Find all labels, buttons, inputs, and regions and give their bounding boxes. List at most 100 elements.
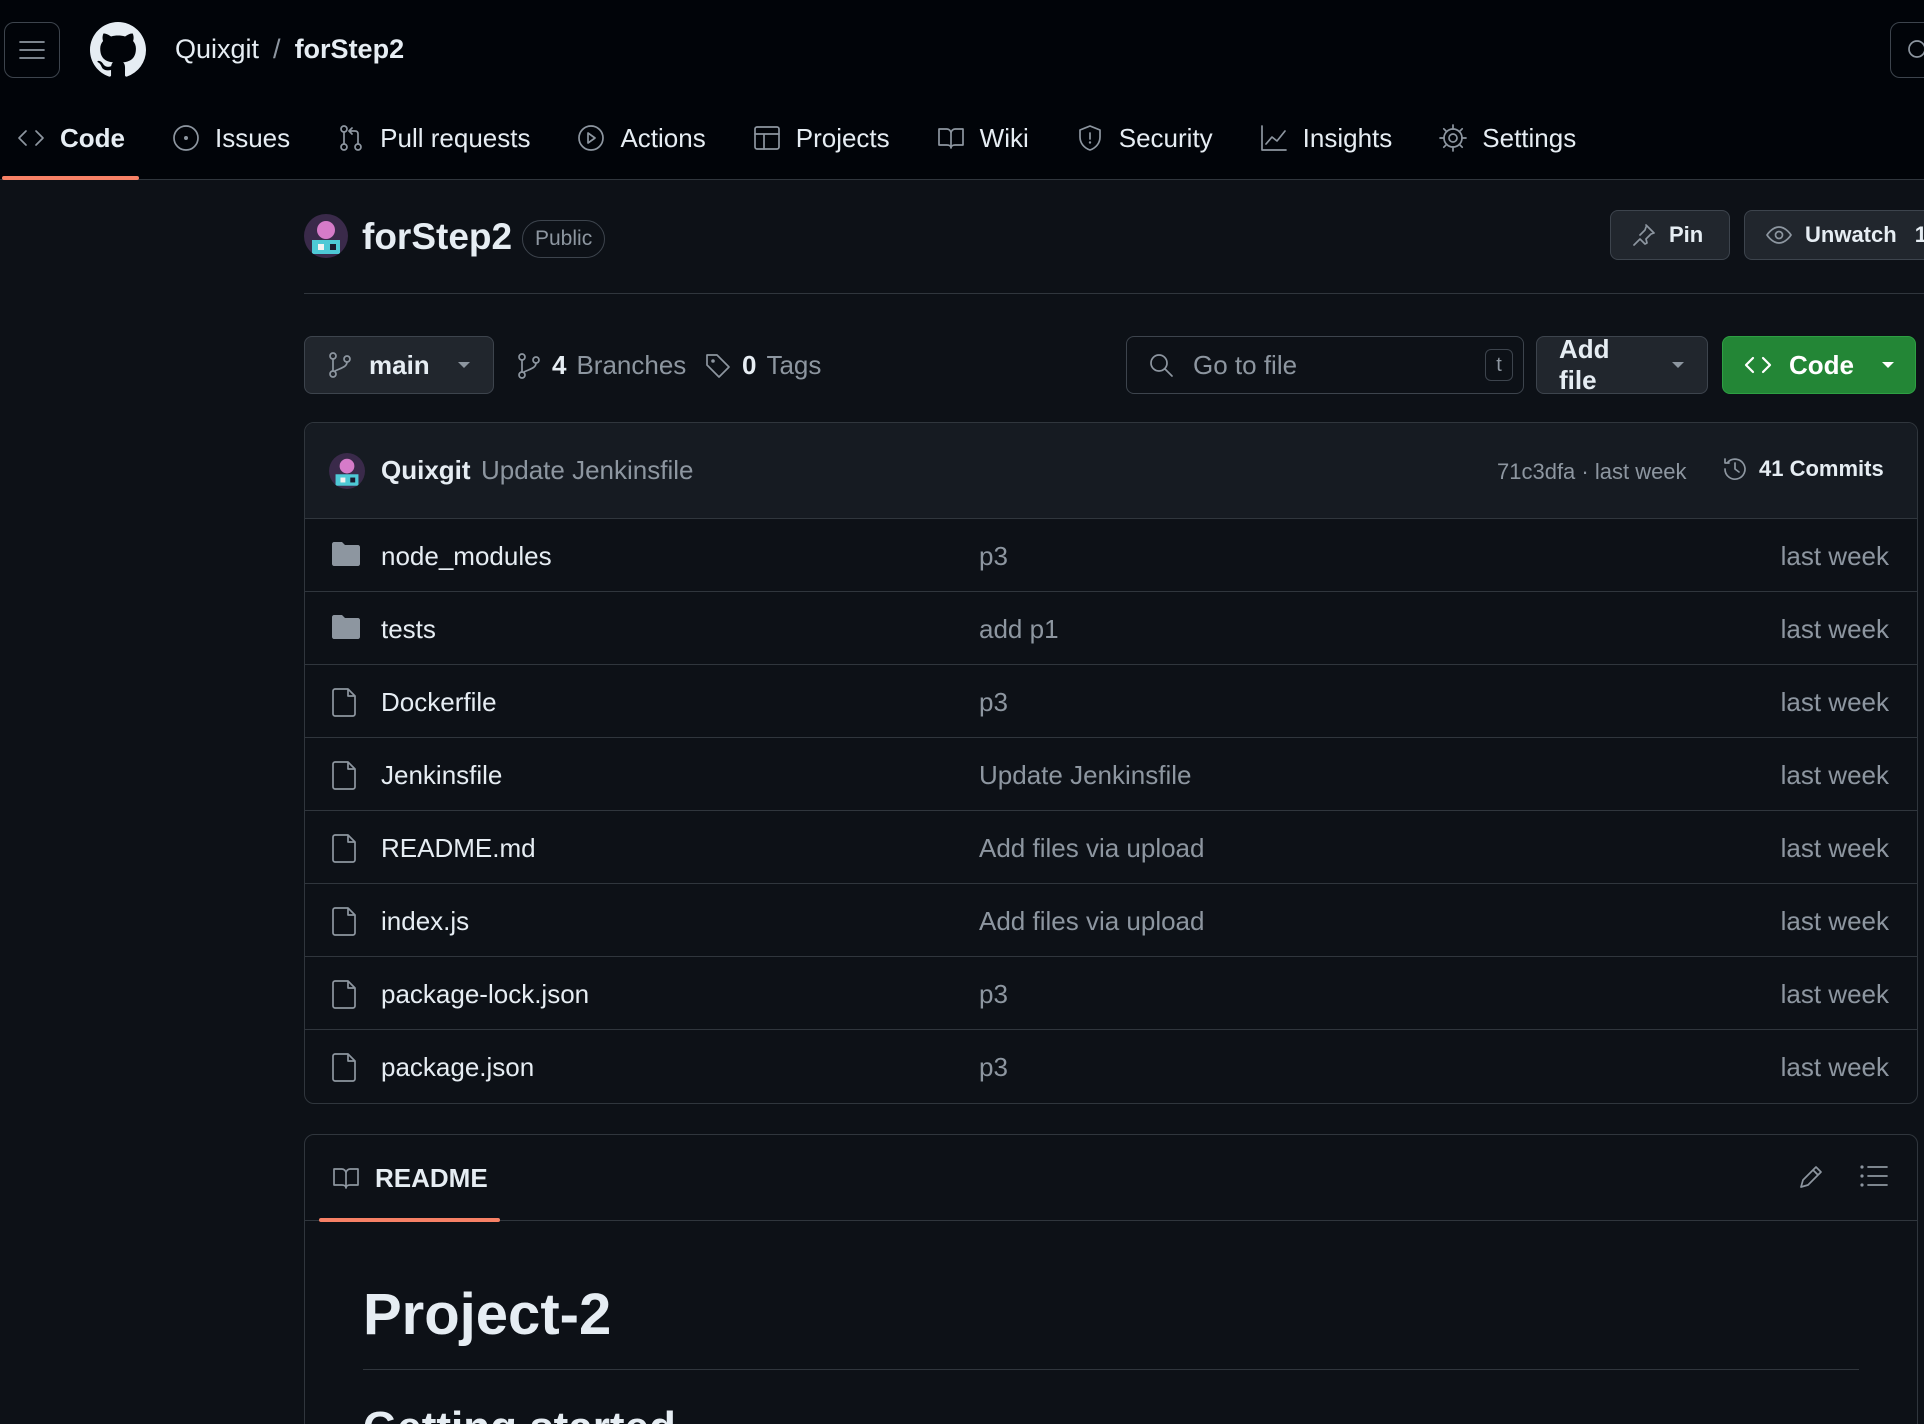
add-file-label: Add file: [1559, 334, 1610, 395]
file-row[interactable]: package.json p3 last week: [305, 1030, 1917, 1103]
shield-icon: [1075, 123, 1105, 153]
file-name[interactable]: tests: [381, 614, 436, 645]
tags-link[interactable]: 0 Tags: [704, 350, 821, 381]
outline-button[interactable]: [1859, 1163, 1889, 1189]
add-file-button[interactable]: Add file: [1536, 334, 1708, 395]
file-name[interactable]: README.md: [381, 833, 536, 864]
file-name[interactable]: Dockerfile: [381, 687, 497, 718]
file-row[interactable]: Jenkinsfile Update Jenkinsfile last week: [305, 738, 1917, 811]
tab-pull-requests[interactable]: Pull requests: [320, 108, 546, 168]
breadcrumb-repo-link[interactable]: forStep2: [295, 34, 405, 65]
branch-name: main: [369, 349, 430, 380]
tab-security[interactable]: Security: [1059, 108, 1229, 168]
edit-readme-button[interactable]: [1797, 1163, 1825, 1191]
git-branch-icon: [516, 352, 542, 380]
tab-label: Code: [60, 122, 125, 153]
code-icon: [16, 123, 46, 153]
file-icon: [331, 979, 359, 1009]
breadcrumb-separator: /: [273, 34, 281, 64]
file-commit-message[interactable]: p3: [979, 687, 1008, 718]
tab-code[interactable]: Code: [0, 108, 141, 180]
tab-settings[interactable]: Settings: [1422, 108, 1592, 168]
readme-title: Project-2: [363, 1282, 612, 1347]
go-to-file-input[interactable]: [1193, 349, 1473, 381]
code-icon: [1743, 350, 1773, 380]
tab-label: Issues: [215, 122, 291, 153]
tab-actions[interactable]: Actions: [560, 108, 721, 168]
file-name[interactable]: package.json: [381, 1052, 534, 1083]
triangle-down-icon: [457, 360, 471, 370]
owner-avatar[interactable]: [304, 214, 348, 258]
branch-select[interactable]: main: [304, 336, 494, 394]
tab-label: Security: [1118, 122, 1213, 153]
file-icon: [331, 760, 359, 790]
breadcrumb-owner-link[interactable]: Quixgit: [175, 34, 259, 65]
issue-opened-icon: [171, 123, 201, 153]
git-pull-request-icon: [336, 123, 366, 153]
tags-label: Tags: [766, 350, 822, 380]
commit-hash-time[interactable]: 71c3dfa · last week: [1497, 459, 1687, 485]
file-row[interactable]: README.md Add files via upload last week: [305, 811, 1917, 884]
tab-issues[interactable]: Issues: [155, 108, 306, 168]
commit-message[interactable]: Update Jenkinsfile: [481, 455, 693, 486]
file-commit-message[interactable]: p3: [979, 1052, 1008, 1083]
file-commit-message[interactable]: p3: [979, 541, 1008, 572]
app-header: Quixgit / forStep2 Code Issues Pull requ…: [0, 0, 1924, 180]
breadcrumb: Quixgit / forStep2: [175, 34, 404, 65]
file-row[interactable]: package-lock.json p3 last week: [305, 957, 1917, 1030]
file-commit-message[interactable]: Update Jenkinsfile: [979, 760, 1191, 791]
branches-link[interactable]: 4 Branches: [516, 350, 686, 381]
search-button[interactable]: [1890, 22, 1924, 78]
unwatch-button[interactable]: Unwatch 1: [1744, 210, 1924, 260]
table-icon: [752, 123, 782, 153]
file-name[interactable]: package-lock.json: [381, 979, 589, 1010]
readme-header: README: [305, 1135, 1917, 1222]
readme-divider: [363, 1369, 1859, 1370]
commit-author[interactable]: Quixgit: [381, 455, 471, 486]
commit-author-avatar[interactable]: [329, 453, 365, 489]
go-to-file-field[interactable]: t: [1126, 336, 1524, 394]
tab-wiki[interactable]: Wiki: [920, 108, 1045, 168]
file-icon: [331, 833, 359, 863]
file-icon: [331, 687, 359, 717]
file-name[interactable]: Jenkinsfile: [381, 760, 502, 791]
file-name[interactable]: index.js: [381, 906, 469, 937]
file-row[interactable]: tests add p1 last week: [305, 592, 1917, 665]
tab-projects[interactable]: Projects: [736, 108, 906, 168]
watch-count: 1: [1914, 222, 1924, 247]
repo-name[interactable]: forStep2: [362, 216, 512, 258]
file-commit-time: last week: [1780, 541, 1889, 571]
file-icon: [331, 906, 359, 936]
file-list: Quixgit Update Jenkinsfile 71c3dfa · las…: [304, 422, 1918, 1104]
github-logo-icon[interactable]: [90, 22, 146, 78]
folder-icon: [331, 541, 361, 567]
readme-tab[interactable]: README: [319, 1135, 500, 1222]
file-commit-message[interactable]: Add files via upload: [979, 833, 1204, 864]
history-icon: [1721, 455, 1749, 483]
file-commit-time: last week: [1780, 906, 1889, 936]
commits-label: 41 Commits: [1759, 456, 1884, 481]
file-commit-message[interactable]: add p1: [979, 614, 1059, 645]
pin-button[interactable]: Pin: [1610, 210, 1730, 260]
repo-title-bar: forStep2 Public Pin Unwatch 1: [304, 210, 1924, 294]
code-button[interactable]: Code: [1722, 336, 1916, 394]
triangle-down-icon: [1671, 360, 1685, 370]
pin-label: Pin: [1669, 222, 1704, 247]
file-row[interactable]: node_modules p3 last week: [305, 519, 1917, 592]
file-row[interactable]: Dockerfile p3 last week: [305, 665, 1917, 738]
file-commit-time: last week: [1780, 979, 1889, 1009]
folder-icon: [331, 614, 361, 640]
file-row[interactable]: index.js Add files via upload last week: [305, 884, 1917, 957]
menu-button[interactable]: [4, 22, 60, 78]
book-icon: [936, 123, 966, 153]
branches-label: Branches: [576, 350, 687, 380]
file-commit-message[interactable]: p3: [979, 979, 1008, 1010]
file-commit-time: last week: [1780, 687, 1889, 717]
triangle-down-icon: [1881, 360, 1895, 370]
commits-link[interactable]: 41 Commits: [1721, 455, 1884, 483]
tab-insights[interactable]: Insights: [1243, 108, 1409, 168]
file-commit-message[interactable]: Add files via upload: [979, 906, 1204, 937]
file-name[interactable]: node_modules: [381, 541, 552, 572]
tags-count: 0: [742, 350, 757, 380]
gear-icon: [1438, 123, 1468, 153]
